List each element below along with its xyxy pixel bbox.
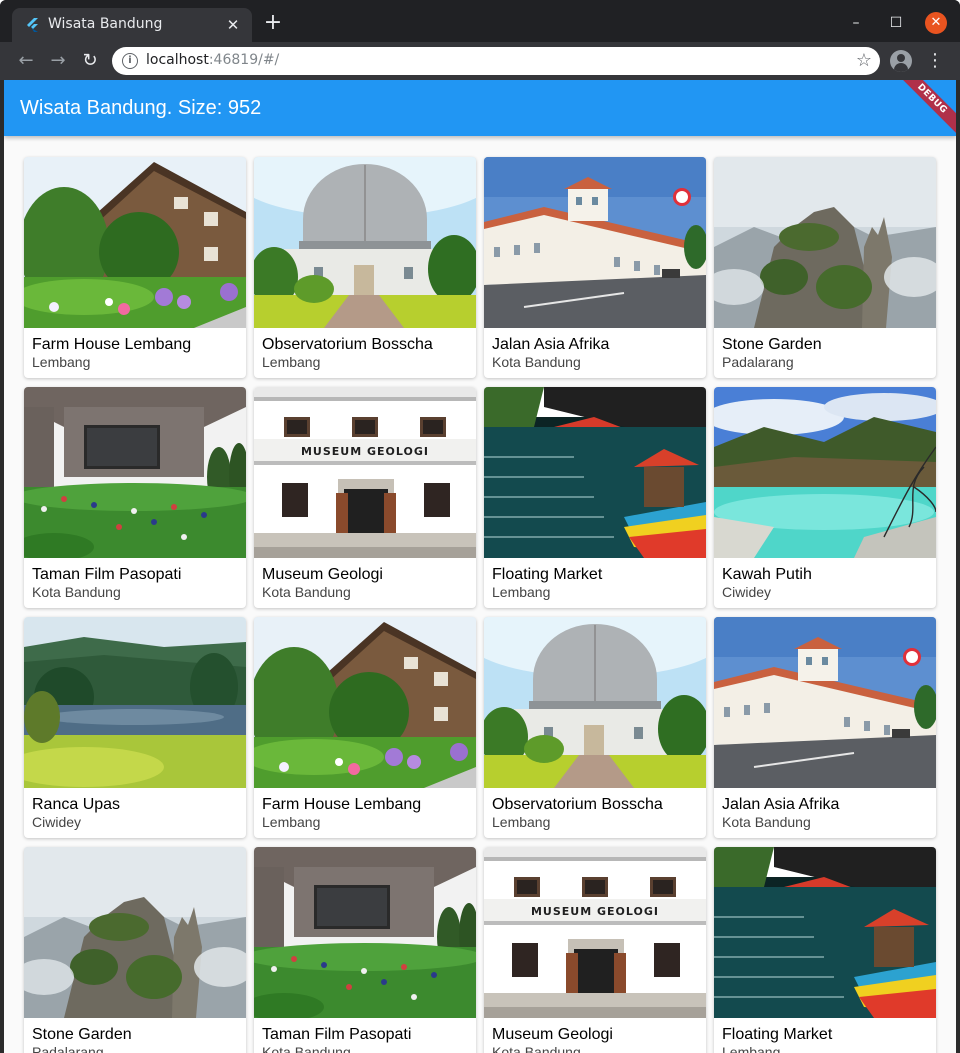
place-image (254, 157, 476, 328)
place-card[interactable]: Taman Film Pasopati Kota Bandung (24, 387, 246, 608)
place-name: Floating Market (492, 566, 603, 583)
place-name: Taman Film Pasopati (32, 566, 182, 583)
place-card[interactable]: Stone Garden Padalarang (714, 157, 936, 378)
address-bar[interactable]: i localhost:46819/#/ ☆ (112, 47, 880, 75)
url-path: :46819/#/ (208, 52, 280, 68)
forward-arrow-icon[interactable]: → (46, 49, 70, 73)
place-card[interactable]: Observatorium Bosscha Lembang (484, 617, 706, 838)
place-name: Kawah Putih (722, 566, 812, 583)
place-image (484, 387, 706, 558)
place-card[interactable]: Jalan Asia Afrika Kota Bandung (484, 157, 706, 378)
place-card[interactable]: MUSEUM GEOLOGI Museum Geologi Kota Bandun… (254, 387, 476, 608)
place-card[interactable]: Floating Market Lembang (714, 847, 936, 1053)
place-location: Lembang (262, 354, 321, 370)
tab-title: Wisata Bandung (48, 16, 163, 32)
place-image (714, 847, 936, 1018)
place-image (24, 387, 246, 558)
window-close-icon[interactable]: ✕ (925, 12, 947, 34)
place-card[interactable]: Stone Garden Padalarang (24, 847, 246, 1053)
place-name: Stone Garden (722, 336, 822, 353)
place-name: Floating Market (722, 1026, 833, 1043)
place-name: Farm House Lembang (32, 336, 192, 353)
browser-toolbar: ← → ↻ i localhost:46819/#/ ☆ ⋮ (0, 42, 960, 80)
place-name: Stone Garden (32, 1026, 132, 1043)
place-location: Padalarang (722, 354, 794, 370)
place-location: Kota Bandung (32, 584, 121, 600)
place-location: Ciwidey (32, 814, 82, 830)
url-host: localhost (146, 52, 209, 68)
place-location: Kota Bandung (492, 1044, 581, 1053)
flutter-icon (27, 18, 38, 32)
new-tab-icon[interactable]: + (262, 12, 284, 35)
back-arrow-icon[interactable]: ← (14, 49, 38, 73)
place-name: Jalan Asia Afrika (492, 336, 610, 353)
place-image (24, 157, 246, 328)
place-name: Ranca Upas (32, 796, 121, 813)
place-location: Kota Bandung (262, 584, 351, 600)
place-image (484, 617, 706, 788)
profile-avatar-icon[interactable] (890, 50, 912, 72)
place-card[interactable]: MUSEUM GEOLOGI Museum Geologi Kota Bandun… (484, 847, 706, 1053)
place-location: Lembang (722, 1044, 781, 1053)
debug-banner: DEBUG (891, 80, 956, 140)
flutter-app: Wisata Bandung. Size: 952 DEBUG Farm Hou… (4, 80, 956, 1053)
place-image (254, 617, 476, 788)
place-image (484, 157, 706, 328)
place-name: Museum Geologi (262, 566, 383, 583)
app-bar: Wisata Bandung. Size: 952 DEBUG (4, 80, 956, 140)
place-location: Padalarang (32, 1044, 104, 1053)
url-text[interactable]: localhost:46819/#/ (146, 52, 279, 68)
place-image (254, 847, 476, 1018)
place-name: Museum Geologi (492, 1026, 613, 1043)
place-name: Farm House Lembang (262, 796, 422, 813)
place-card[interactable]: Ranca Upas Ciwidey (24, 617, 246, 838)
kebab-menu-icon[interactable]: ⋮ (926, 50, 944, 72)
place-image (714, 617, 936, 788)
place-location: Lembang (492, 584, 551, 600)
svg-text:MUSEUM GEOLOGI: MUSEUM GEOLOGI (531, 905, 659, 918)
place-name: Jalan Asia Afrika (722, 796, 840, 813)
bookmark-star-icon[interactable]: ☆ (856, 50, 872, 71)
place-card[interactable]: Farm House Lembang Lembang (24, 157, 246, 378)
close-tab-icon[interactable]: ✕ (224, 16, 242, 34)
place-location: Kota Bandung (722, 814, 811, 830)
place-location: Ciwidey (722, 584, 772, 600)
place-location: Lembang (492, 814, 551, 830)
reload-icon[interactable]: ↻ (78, 49, 102, 73)
maximize-icon[interactable]: ☐ (885, 12, 907, 34)
place-card[interactable]: Farm House Lembang Lembang (254, 617, 476, 838)
minimize-icon[interactable]: – (845, 12, 867, 34)
place-image (24, 617, 246, 788)
place-name: Taman Film Pasopati (262, 1026, 412, 1043)
place-card[interactable]: Kawah Putih Ciwidey (714, 387, 936, 608)
place-location: Lembang (32, 354, 91, 370)
place-location: Lembang (262, 814, 321, 830)
place-location: Kota Bandung (262, 1044, 351, 1053)
svg-text:MUSEUM GEOLOGI: MUSEUM GEOLOGI (301, 445, 429, 458)
app-bar-title: Wisata Bandung. Size: 952 (20, 97, 262, 119)
place-name: Observatorium Bosscha (262, 336, 433, 353)
browser-window: Wisata Bandung ✕ + – ☐ ✕ ← → ↻ i localho… (0, 0, 960, 1053)
place-image: MUSEUM GEOLOGI (484, 847, 706, 1018)
info-icon[interactable]: i (122, 53, 138, 69)
place-image (24, 847, 246, 1018)
place-image (714, 157, 936, 328)
place-name: Observatorium Bosscha (492, 796, 663, 813)
place-image: MUSEUM GEOLOGI (254, 387, 476, 558)
tab-strip: Wisata Bandung ✕ + – ☐ ✕ (0, 0, 960, 42)
place-image (714, 387, 936, 558)
place-card[interactable]: Jalan Asia Afrika Kota Bandung (714, 617, 936, 838)
place-card[interactable]: Observatorium Bosscha Lembang (254, 157, 476, 378)
place-location: Kota Bandung (492, 354, 581, 370)
place-card[interactable]: Taman Film Pasopati Kota Bandung (254, 847, 476, 1053)
place-card[interactable]: Floating Market Lembang (484, 387, 706, 608)
browser-tab[interactable]: Wisata Bandung ✕ (12, 8, 252, 42)
